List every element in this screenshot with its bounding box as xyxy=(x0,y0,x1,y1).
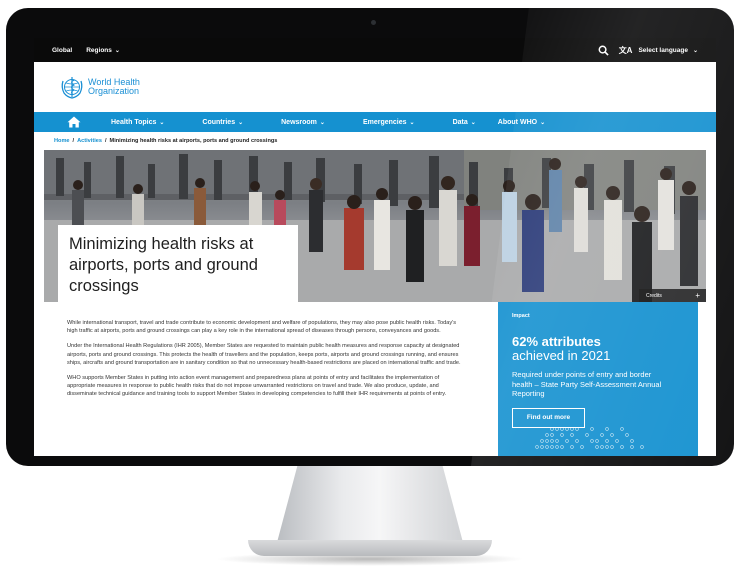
page-title: Minimizing health risks at airports, por… xyxy=(69,235,258,295)
select-language-menu[interactable]: Select language ⌄ xyxy=(638,47,698,54)
hero-banner: Minimizing health risks at airports, por… xyxy=(44,150,706,302)
global-link[interactable]: Global xyxy=(52,47,72,54)
nav-countries[interactable]: Countries ⌄ xyxy=(202,119,243,126)
monitor-bezel: Global Regions ⌄ 文A Select language ⌄ Wo… xyxy=(6,8,734,466)
plus-icon: + xyxy=(695,291,700,300)
chevron-down-icon: ⌄ xyxy=(470,119,476,126)
article-paragraph: While international transport, travel an… xyxy=(67,320,457,335)
nav-health-topics[interactable]: Health Topics ⌄ xyxy=(111,119,164,126)
breadcrumb-current: Minimizing health risks at airports, por… xyxy=(109,138,278,144)
nav-about-who[interactable]: About WHO ⌄ xyxy=(498,119,545,126)
nav-emergencies[interactable]: Emergencies ⌄ xyxy=(363,119,415,126)
impact-description: Required under points of entry and borde… xyxy=(512,370,662,398)
breadcrumb-home[interactable]: Home xyxy=(54,138,70,144)
impact-headline: 62% attributes xyxy=(512,334,601,349)
breadcrumb-activities[interactable]: Activities xyxy=(77,138,102,144)
chevron-down-icon: ⌄ xyxy=(692,47,698,54)
camera-icon xyxy=(371,20,376,25)
chevron-down-icon: ⌄ xyxy=(238,119,244,126)
chevron-down-icon: ⌄ xyxy=(319,119,325,126)
breadcrumb: Home / Activities / Minimizing health ri… xyxy=(54,138,278,144)
article-body: While international transport, travel an… xyxy=(67,319,467,406)
decorative-dots-graphic xyxy=(535,427,644,449)
global-top-bar: Global Regions ⌄ 文A Select language ⌄ xyxy=(34,38,716,62)
chevron-down-icon: ⌄ xyxy=(409,119,415,126)
article-paragraph: WHO supports Member States in putting in… xyxy=(67,375,447,398)
home-icon[interactable] xyxy=(67,116,81,128)
screen: Global Regions ⌄ 文A Select language ⌄ Wo… xyxy=(34,38,716,456)
chevron-down-icon: ⌄ xyxy=(114,47,120,54)
impact-card: Impact 62% attributes achieved in 2021 R… xyxy=(498,302,698,456)
who-wordmark[interactable]: World Health Organization xyxy=(88,78,140,96)
impact-label: Impact xyxy=(512,313,530,319)
main-nav: Health Topics ⌄ Countries ⌄ Newsroom ⌄ Emer… xyxy=(34,112,716,132)
hero-title-box: Minimizing health risks at airports, por… xyxy=(58,225,298,302)
chevron-down-icon: ⌄ xyxy=(159,119,165,126)
credits-button[interactable]: Credits + xyxy=(639,289,706,302)
regions-menu[interactable]: Regions ⌄ xyxy=(86,47,120,54)
article-paragraph: Under the International Health Regulatio… xyxy=(67,343,461,366)
translate-icon[interactable]: 文A xyxy=(619,45,633,56)
nav-data[interactable]: Data ⌄ xyxy=(453,119,476,126)
who-emblem-icon[interactable] xyxy=(59,74,85,100)
chevron-down-icon: ⌄ xyxy=(540,119,546,126)
monitor-stand-base xyxy=(248,540,492,556)
search-icon[interactable] xyxy=(598,45,609,56)
nav-newsroom[interactable]: Newsroom ⌄ xyxy=(281,119,325,126)
logo-row: World Health Organization xyxy=(34,62,716,112)
impact-subheadline: achieved in 2021 xyxy=(512,348,611,363)
